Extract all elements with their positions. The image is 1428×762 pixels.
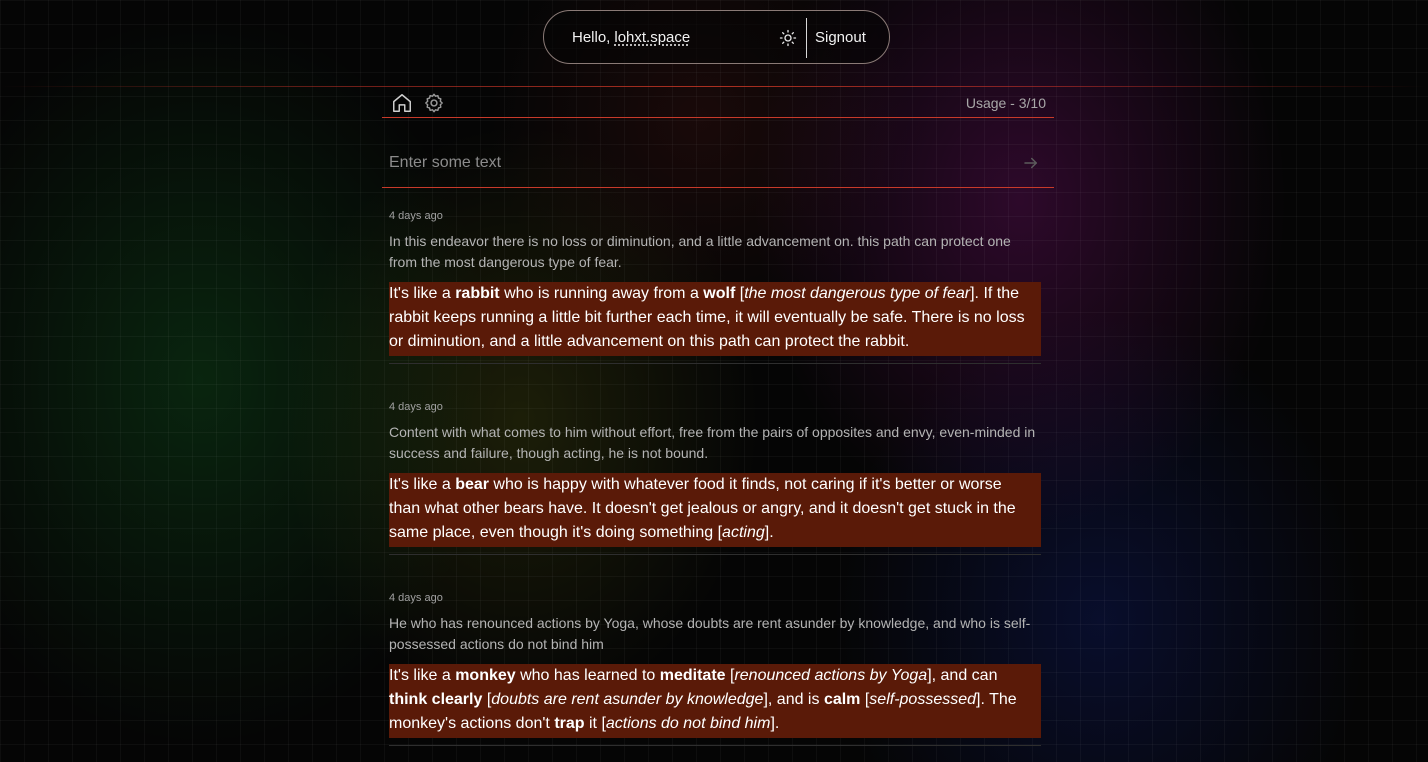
gear-icon[interactable] — [423, 92, 445, 114]
entry-timestamp: 4 days ago — [389, 401, 443, 413]
entry-analogy: It's like a rabbit who is running away f… — [389, 282, 1041, 356]
arrow-right-icon[interactable] — [1022, 154, 1040, 172]
analogy-reference: renounced actions by Yoga — [734, 667, 928, 684]
home-icon[interactable] — [391, 92, 413, 114]
history-entry: 4 days ago He who has renounced actions … — [389, 591, 1041, 746]
entry-timestamp: 4 days ago — [389, 592, 443, 604]
entry-divider — [389, 745, 1041, 746]
analogy-keyword: calm — [823, 691, 861, 708]
analogy-text: It's like a — [389, 667, 456, 684]
entry-analogy: It's like a monkey who has learned to me… — [389, 664, 1041, 738]
analogy-text: [ — [860, 691, 870, 708]
history-entry: 4 days ago Content with what comes to hi… — [389, 400, 1041, 555]
text-input[interactable] — [389, 150, 1009, 176]
analogy-reference: the most dangerous type of fear — [744, 285, 971, 302]
entry-original-text: He who has renounced actions by Yoga, wh… — [389, 615, 1031, 652]
signout-button[interactable]: Signout — [815, 11, 866, 63]
toolbar: Usage - 3/10 — [382, 88, 1054, 118]
analogy-reference: doubts are rent asunder by knowledge — [491, 691, 764, 708]
entry-divider — [389, 363, 1041, 364]
analogy-keyword: wolf — [703, 285, 736, 302]
analogy-text: [ — [482, 691, 492, 708]
analogy-keyword: monkey — [455, 667, 516, 684]
analogy-text: who is running away from a — [499, 285, 704, 302]
analogy-reference: acting — [722, 524, 765, 541]
analogy-text: ]. — [770, 715, 780, 732]
username-link[interactable]: lohxt.space — [614, 29, 690, 46]
theme-toggle-button[interactable] — [778, 28, 798, 48]
analogy-keyword: bear — [455, 476, 489, 493]
greeting-text: Hello, — [572, 28, 611, 46]
analogy-keyword: meditate — [659, 667, 726, 684]
analogy-keyword: rabbit — [455, 285, 500, 302]
user-header: Hello, lohxt.space Signout — [543, 10, 890, 64]
entry-analogy: It's like a bear who is happy with whate… — [389, 473, 1041, 547]
history-entry: 4 days ago In this endeavor there is no … — [389, 209, 1041, 364]
analogy-text: who has learned to — [515, 667, 660, 684]
analogy-reference: self-possessed — [869, 691, 977, 708]
greeting: Hello, lohxt.space — [572, 11, 690, 63]
analogy-text: It's like a — [389, 285, 456, 302]
entry-timestamp: 4 days ago — [389, 210, 443, 222]
text-entry-row — [382, 140, 1054, 188]
analogy-keyword: think clearly — [389, 691, 483, 708]
header-divider — [0, 86, 1428, 87]
analogy-text: It's like a — [389, 476, 456, 493]
analogy-text: ]. — [764, 524, 774, 541]
sun-icon — [779, 29, 797, 47]
analogy-text: ], and can — [927, 667, 998, 684]
entry-original-text: In this endeavor there is no loss or dim… — [389, 233, 1011, 270]
entry-divider — [389, 554, 1041, 555]
analogy-text: [ — [735, 285, 745, 302]
analogy-text: it [ — [584, 715, 606, 732]
analogy-text: ], and is — [763, 691, 824, 708]
analogy-reference: actions do not bind him — [605, 715, 771, 732]
entry-original-text: Content with what comes to him without e… — [389, 424, 1036, 461]
analogy-keyword: trap — [554, 715, 585, 732]
header-pill-divider — [806, 18, 807, 58]
usage-counter: Usage - 3/10 — [965, 94, 1046, 111]
